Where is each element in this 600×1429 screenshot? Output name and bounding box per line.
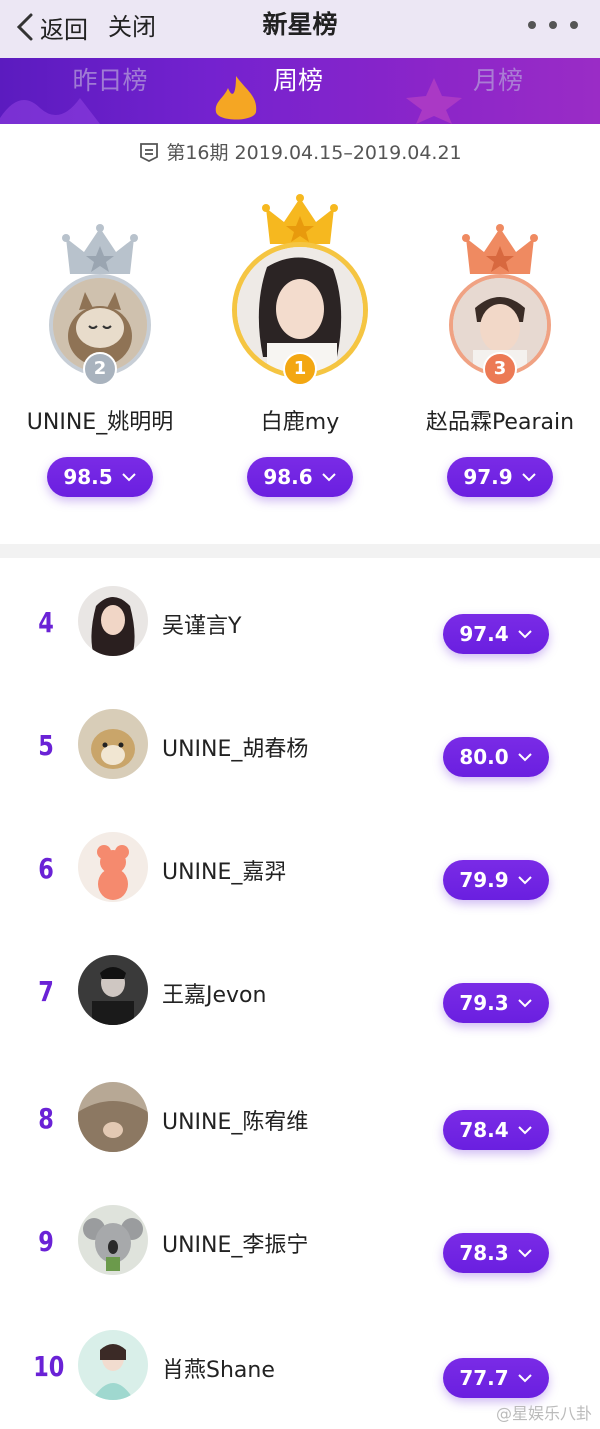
rank-number: 9	[38, 1225, 54, 1258]
list-item[interactable]: 6 UNINE_嘉羿 79.9	[0, 812, 600, 922]
user-name: UNINE_陈宥维	[162, 1110, 309, 1135]
chevron-down-icon	[517, 999, 532, 1008]
chevron-down-icon	[321, 473, 336, 482]
user-name: UNINE_李振宁	[162, 1233, 309, 1258]
avatar	[78, 832, 148, 902]
user-name: UNINE_胡春杨	[162, 737, 309, 762]
score-value: 80.0	[459, 745, 509, 769]
list-item[interactable]: 8 UNINE_陈宥维 78.4	[0, 1062, 600, 1172]
rank-number: 6	[38, 852, 54, 885]
more-dot-icon	[549, 21, 557, 29]
chevron-down-icon	[517, 876, 532, 885]
rank-number: 10	[33, 1350, 65, 1383]
blanket-avatar-image	[78, 1082, 148, 1152]
silver-crown-icon	[62, 224, 138, 274]
user-name: UNINE_嘉羿	[162, 860, 287, 885]
score-button[interactable]: 78.4	[443, 1110, 549, 1150]
avatar	[78, 955, 148, 1025]
rank-number: 7	[38, 975, 54, 1008]
rank-badge: 1	[283, 352, 317, 386]
score-value: 97.9	[463, 465, 513, 489]
list-item[interactable]: 9 UNINE_李振宁 78.3	[0, 1185, 600, 1295]
bronze-crown-icon	[462, 224, 538, 274]
chevron-down-icon	[517, 630, 532, 639]
score-button[interactable]: 79.9	[443, 860, 549, 900]
podium-name: 白鹿my	[260, 410, 340, 435]
score-button[interactable]: 78.3	[443, 1233, 549, 1273]
koala-avatar-image	[78, 1205, 148, 1275]
list-item[interactable]: 7 王嘉Jevon 79.3	[0, 935, 600, 1045]
chevron-down-icon	[517, 753, 532, 762]
user-name: 王嘉Jevon	[162, 983, 267, 1008]
rank-number: 4	[38, 606, 54, 639]
watermark: @星娱乐八卦	[495, 1404, 592, 1423]
top-nav-bar: 返回 关闭 新星榜	[0, 0, 600, 58]
score-value: 79.9	[459, 868, 509, 892]
ranking-tabs: 昨日榜 周榜 月榜	[0, 58, 600, 124]
avatar	[78, 1330, 148, 1400]
section-divider	[0, 544, 600, 558]
avatar	[78, 1205, 148, 1275]
podium-name: 赵品霖Pearain	[425, 410, 575, 435]
tab-yesterday[interactable]: 昨日榜	[10, 58, 210, 124]
score-value: 79.3	[459, 991, 509, 1015]
avatar	[78, 586, 148, 656]
chevron-down-icon	[517, 1249, 532, 1258]
tab-weekly[interactable]: 周榜	[198, 58, 398, 124]
chevron-down-icon	[521, 473, 536, 482]
period-label: 第16期 2019.04.15–2019.04.21	[0, 138, 600, 165]
score-value: 98.5	[63, 465, 113, 489]
score-value: 77.7	[459, 1366, 509, 1390]
dog-avatar-image	[78, 709, 148, 779]
score-value: 78.4	[459, 1118, 509, 1142]
podium-name: UNINE_姚明明	[26, 410, 174, 435]
score-button[interactable]: 97.9	[447, 457, 553, 497]
calendar-icon	[140, 142, 159, 162]
more-dot-icon	[570, 21, 578, 29]
chevron-down-icon	[517, 1126, 532, 1135]
score-value: 97.4	[459, 622, 509, 646]
user-name: 肖燕Shane	[162, 1358, 275, 1383]
avatar	[78, 709, 148, 779]
score-button[interactable]: 77.7	[443, 1358, 549, 1398]
gummy-bear-avatar-image	[78, 832, 148, 902]
rank-number: 5	[38, 729, 54, 762]
score-button[interactable]: 98.5	[47, 457, 153, 497]
period-text: 第16期 2019.04.15–2019.04.21	[166, 142, 462, 164]
more-dot-icon	[528, 21, 536, 29]
rank-badge: 3	[483, 352, 517, 386]
chevron-down-icon	[517, 1374, 532, 1383]
person-avatar-image	[78, 1330, 148, 1400]
person-avatar-image	[78, 955, 148, 1025]
score-button[interactable]: 80.0	[443, 737, 549, 777]
list-item[interactable]: 5 UNINE_胡春杨 80.0	[0, 689, 600, 799]
user-name: 吴谨言Y	[162, 614, 242, 639]
score-button[interactable]: 98.6	[247, 457, 353, 497]
more-options-button[interactable]	[528, 12, 578, 38]
chevron-down-icon	[121, 473, 136, 482]
tab-monthly[interactable]: 月榜	[398, 58, 598, 124]
list-item[interactable]: 4 吴谨言Y 97.4	[0, 566, 600, 676]
rank-badge: 2	[83, 352, 117, 386]
score-button[interactable]: 97.4	[443, 614, 549, 654]
score-value: 78.3	[459, 1241, 509, 1265]
rank-number: 8	[38, 1102, 54, 1135]
avatar	[78, 1082, 148, 1152]
score-value: 98.6	[263, 465, 313, 489]
person-avatar-image	[78, 586, 148, 656]
page-title: 新星榜	[262, 10, 338, 39]
score-button[interactable]: 79.3	[443, 983, 549, 1023]
